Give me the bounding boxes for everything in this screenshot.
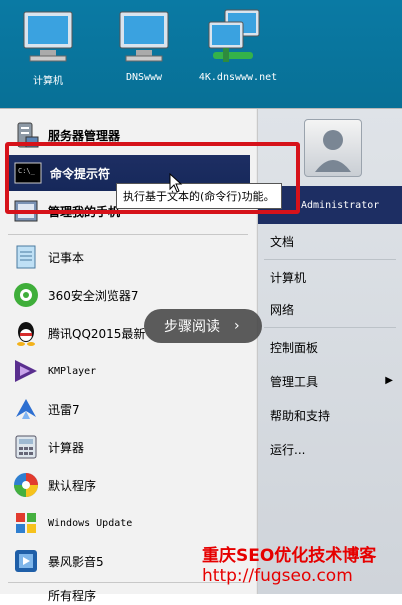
menu-item-all-programs[interactable]: 所有程序 [0, 585, 256, 605]
watermark-title: 重庆SEO优化技术博客 [202, 546, 377, 566]
menu-item-default-programs[interactable]: 默认程序 [0, 467, 256, 503]
menu-separator [8, 234, 248, 235]
menu-item-calculator[interactable]: 计算器 [0, 429, 256, 465]
qq-icon [17, 322, 35, 346]
user-name: Administrator [301, 200, 380, 211]
step-read-label: 步骤阅读 [164, 319, 220, 335]
place-help-support[interactable]: 帮助和支持 [270, 407, 330, 424]
menu-item-label: Windows Update [48, 517, 133, 529]
menu-item-label: 迅雷7 [48, 402, 80, 417]
calculator-icon [15, 435, 37, 459]
menu-item-label: 暴风影音5 [48, 554, 104, 569]
place-documents[interactable]: 文档 [270, 233, 294, 250]
desktop-icon-label: 4K.dnswww.net [198, 72, 278, 83]
kmplayer-icon [15, 360, 37, 382]
desktop-icon-label: DNSwww [125, 72, 163, 83]
user-icon [315, 130, 351, 172]
menu-separator [264, 327, 396, 328]
place-admin-tools[interactable]: 管理工具 [270, 373, 318, 390]
menu-item-notepad[interactable]: 记事本 [0, 239, 256, 275]
chevron-right-icon: › [234, 318, 240, 334]
place-network[interactable]: 网络 [270, 301, 294, 318]
desktop: 计算机 DNSwww 4K.dnswww.net [0, 0, 402, 108]
menu-item-label: 记事本 [48, 250, 85, 265]
menu-item-label: 360安全浏览器7 [48, 288, 139, 303]
user-avatar[interactable] [304, 119, 362, 177]
windows-update-icon [16, 513, 36, 533]
menu-item-label: 所有程序 [48, 588, 97, 603]
desktop-icon-network[interactable]: 4K.dnswww.net [190, 8, 286, 83]
menu-item-label: 默认程序 [48, 478, 97, 493]
thunder-icon [16, 399, 36, 419]
360-browser-icon [14, 283, 38, 307]
network-computer-icon [208, 9, 260, 62]
all-programs-icon [12, 590, 40, 600]
computer-icon [119, 11, 169, 62]
menu-item-kmplayer[interactable]: KMPlayer [0, 353, 256, 389]
watermark-url: http://fugseo.com [202, 566, 353, 586]
place-computer[interactable]: 计算机 [270, 269, 306, 286]
baofeng-icon [15, 550, 37, 572]
cmd-tooltip: 执行基于文本的(命令行)功能。 [116, 183, 282, 209]
place-run[interactable]: 运行... [270, 441, 305, 458]
desktop-icon-label: 计算机 [33, 76, 63, 87]
menu-item-360-browser[interactable]: 360安全浏览器7 [0, 277, 256, 313]
mouse-cursor-icon [169, 173, 183, 193]
menu-item-thunder[interactable]: 迅雷7 [0, 391, 256, 427]
step-read-button[interactable]: 步骤阅读 › [144, 309, 262, 343]
notepad-icon [16, 245, 36, 269]
menu-item-label: 计算器 [48, 440, 85, 455]
desktop-icon-dnswww[interactable]: DNSwww [96, 8, 192, 83]
desktop-icon-computer[interactable]: 计算机 [0, 8, 96, 87]
menu-item-windows-update[interactable]: Windows Update [0, 505, 256, 541]
place-control-panel[interactable]: 控制面板 [270, 339, 318, 356]
menu-item-label: 腾讯QQ2015最新 [48, 326, 146, 341]
computer-icon [23, 11, 73, 62]
default-programs-icon [14, 473, 38, 497]
menu-item-label: KMPlayer [48, 365, 97, 377]
submenu-arrow-icon: ▶ [385, 375, 393, 386]
menu-item-label: 服务器管理器 [48, 128, 121, 143]
menu-separator [264, 259, 396, 260]
